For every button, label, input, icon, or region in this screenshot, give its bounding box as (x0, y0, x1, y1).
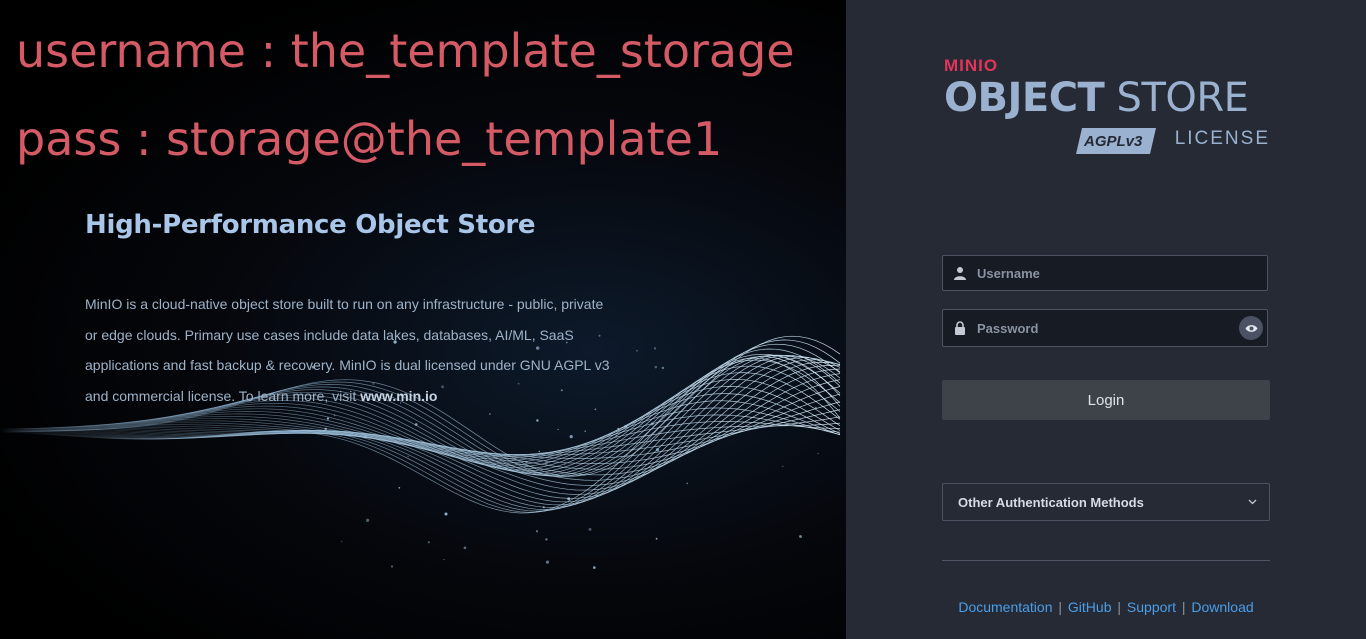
object-word: OBJECT (944, 75, 1105, 121)
sparkle-dot (489, 413, 491, 415)
sparkle-dot (443, 558, 445, 561)
sparkle-dot (817, 452, 819, 455)
sparkle-dot (799, 535, 802, 538)
footer-links: Documentation | GitHub | Support | Downl… (942, 599, 1270, 615)
show-password-button[interactable] (1239, 316, 1263, 340)
sparkle-dot (463, 546, 467, 550)
password-input[interactable] (977, 310, 1227, 346)
username-input[interactable] (977, 256, 1227, 290)
github-link[interactable]: GitHub (1068, 599, 1112, 615)
login-panel: MINIO OBJECT STORE AGPLv3 LICENSE Userna… (846, 0, 1366, 639)
footer-separator: | (1058, 599, 1063, 615)
hero-panel: username : the_template_storage pass : s… (0, 0, 846, 639)
license-text: LICENSE (1174, 128, 1270, 149)
sparkle-dot (390, 565, 394, 568)
footer-separator: | (1181, 599, 1186, 615)
license-row: AGPLv3 LICENSE (944, 126, 1270, 156)
sparkle-dot (407, 455, 409, 458)
sparkle-dot (814, 406, 817, 410)
sparkle-dot (542, 506, 545, 509)
sparkle-dot (653, 347, 657, 350)
username-field[interactable] (942, 255, 1268, 291)
password-note: pass : storage@the_template1 (16, 112, 723, 166)
user-icon (954, 267, 966, 280)
object-store-title: OBJECT STORE (944, 75, 1249, 121)
sparkle-dot (654, 365, 658, 369)
sparkle-dot (363, 434, 367, 439)
sparkle-dot (567, 497, 571, 501)
sparkle-dot (326, 417, 329, 420)
sparkle-dot (414, 423, 418, 426)
hero-title: High-Performance Object Store (85, 210, 536, 240)
sparkle-dot (557, 428, 559, 431)
username-note: username : the_template_storage (16, 24, 795, 78)
sparkle-dot (545, 560, 550, 564)
hero-description-text: MinIO is a cloud-native object store bui… (85, 296, 610, 404)
sparkle-dot (538, 450, 540, 453)
sparkle-dot (535, 530, 539, 533)
sparkle-dot (366, 518, 370, 523)
other-auth-dropdown[interactable]: Other Authentication Methods (942, 483, 1270, 521)
minio-logo-text: MINIO (944, 56, 999, 75)
sparkle-dot (782, 465, 784, 468)
sparkle-dot (525, 460, 528, 464)
sparkle-dot (444, 512, 448, 516)
login-button[interactable]: Login (942, 380, 1270, 420)
lock-icon (955, 321, 965, 335)
login-page: username : the_template_storage pass : s… (0, 0, 1366, 639)
sparkle-dot (536, 419, 539, 422)
sparkle-dot (545, 538, 548, 541)
sparkle-dot (655, 448, 660, 452)
sparkle-dot (584, 430, 586, 432)
sparkle-dot (661, 366, 665, 370)
sparkle-dot (341, 540, 343, 543)
sparkle-dot (569, 435, 573, 439)
divider (942, 560, 1270, 561)
sparkle-dot (686, 482, 689, 485)
sparkle-dot (747, 371, 750, 374)
sparkle-dot (324, 427, 328, 431)
sparkle-dot (593, 566, 596, 569)
sparkle-dot (650, 422, 654, 426)
agpl-badge-text: AGPLv3 (1083, 133, 1143, 150)
sparkle-dot (588, 527, 592, 531)
brand-logo: MINIO OBJECT STORE AGPLv3 LICENSE (944, 56, 1270, 156)
sparkle-dot (726, 362, 728, 364)
other-auth-label: Other Authentication Methods (958, 495, 1144, 510)
footer-separator: | (1117, 599, 1122, 615)
minio-website-link[interactable]: www.min.io (360, 388, 437, 404)
password-field[interactable] (942, 309, 1268, 347)
eye-icon (1245, 324, 1257, 332)
sparkle-dot (617, 427, 620, 430)
sparkle-dot (564, 463, 566, 466)
sparkle-dot (636, 349, 638, 352)
download-link[interactable]: Download (1191, 599, 1253, 615)
sparkle-dot (427, 541, 430, 544)
chevron-down-icon (1248, 499, 1257, 505)
documentation-link[interactable]: Documentation (958, 599, 1052, 615)
sparkle-dot (655, 537, 658, 540)
agpl-v3-logo-icon: AGPLv3 (1076, 128, 1156, 154)
support-link[interactable]: Support (1127, 599, 1176, 615)
hero-description: MinIO is a cloud-native object store bui… (85, 289, 615, 411)
sparkle-dot (333, 414, 336, 417)
sparkle-dot (615, 435, 617, 437)
store-word: STORE (1104, 75, 1249, 121)
sparkle-dot (624, 425, 627, 428)
sparkle-dot (398, 486, 401, 489)
sparkle-dot (544, 461, 549, 465)
